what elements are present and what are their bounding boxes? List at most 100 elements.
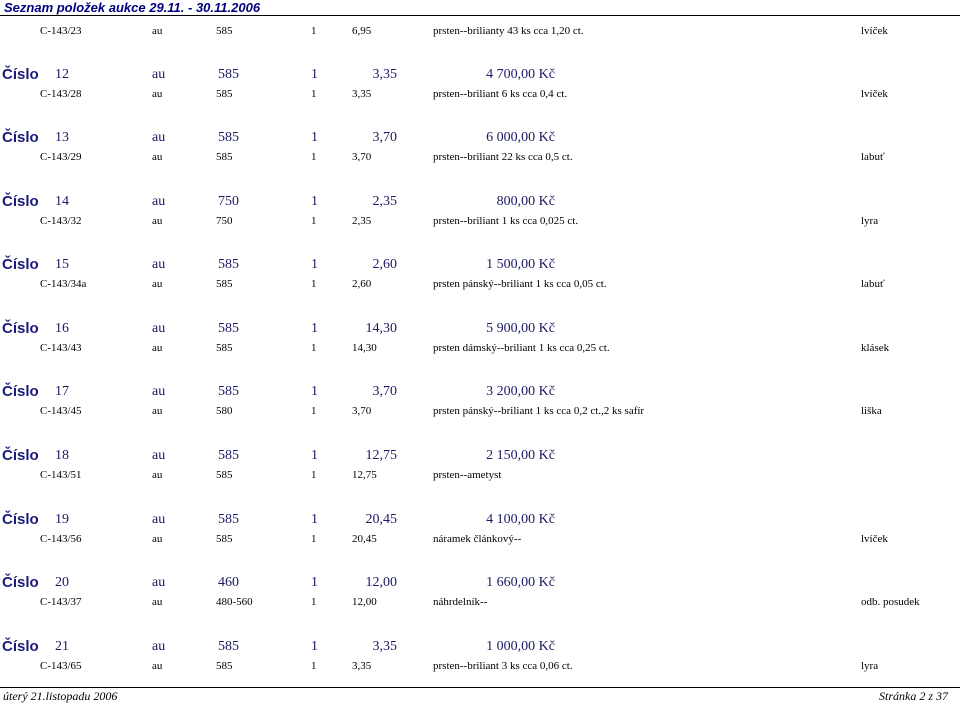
lot-price: 1 000,00 Kč [486,639,555,654]
lot-header-row: Číslo 19 au 585 1 20,45 4 100,00 Kč [0,509,960,533]
lot-quantity: 1 [311,194,318,209]
item-fineness: 585 [216,469,233,481]
item-fineness: 480-560 [216,596,253,608]
item-material: au [152,405,163,417]
item-fineness: 585 [216,533,233,545]
lot-fineness: 585 [218,639,239,654]
page-counter: Stránka 2 z 37 [879,689,948,703]
lot-quantity: 1 [311,639,318,654]
item-material: au [152,660,163,672]
lot-number: 21 [55,639,69,654]
lot-quantity: 1 [311,448,318,463]
lot-weight: 20,45 [365,512,398,527]
lot-number: 12 [55,67,69,82]
item-note: lvíček [861,25,888,37]
item-fineness: 585 [216,151,233,163]
lot-number: 16 [55,321,69,336]
item-detail-row: C-143/32 au 750 1 2,35 prsten--briliant … [0,213,960,231]
title-divider [0,15,960,16]
item-weight: 3,70 [352,405,372,417]
item-weight: 2,35 [352,215,372,227]
lot-header-row: Číslo 14 au 750 1 2,35 800,00 Kč [0,191,960,215]
item-code: C-143/29 [40,151,82,163]
lot-material: au [152,130,166,145]
item-description: náhrdelník-- [433,596,488,608]
item-code: C-143/45 [40,405,82,417]
lot-weight: 2,60 [372,257,398,272]
lot-number-label: Číslo [2,129,39,146]
item-note: lvíček [861,533,888,545]
lot-price: 4 700,00 Kč [486,67,555,82]
item-fineness: 585 [216,25,233,37]
lot-price: 1 500,00 Kč [486,257,555,272]
item-weight: 3,35 [352,88,372,100]
item-description: prsten pánský--briliant 1 ks cca 0,05 ct… [433,278,607,290]
lot-number-label: Číslo [2,447,39,464]
lot-quantity: 1 [311,130,318,145]
item-fineness: 750 [216,215,233,227]
lot-number-label: Číslo [2,320,39,337]
lot-number: 17 [55,384,69,399]
item-note: klásek [861,342,890,354]
item-code: C-143/32 [40,215,82,227]
item-description: prsten--brilianty 43 ks cca 1,20 ct. [433,25,584,37]
item-weight: 3,70 [352,151,372,163]
item-note: lyra [861,660,879,672]
lot-number: 19 [55,512,69,527]
lot-header-row: Číslo 21 au 585 1 3,35 1 000,00 Kč [0,636,960,660]
lot-price: 4 100,00 Kč [486,512,555,527]
lot-material: au [152,512,166,527]
item-quantity: 1 [311,278,317,290]
item-note: lyra [861,215,879,227]
lot-fineness: 585 [218,512,239,527]
item-detail-row: C-143/37 au 480-560 1 12,00 náhrdelník--… [0,594,960,612]
lot-number-label: Číslo [2,383,39,400]
item-weight: 2,60 [352,278,372,290]
lot-number-label: Číslo [2,256,39,273]
item-quantity: 1 [311,25,317,37]
item-note: lvíček [861,88,888,100]
lot-fineness: 585 [218,130,239,145]
lot-header-row: Číslo 16 au 585 1 14,30 5 900,00 Kč [0,318,960,342]
lot-weight: 12,75 [365,448,398,463]
lot-number-label: Číslo [2,511,39,528]
lot-number: 14 [55,194,69,209]
item-detail-row: C-143/23 au 585 1 6,95 prsten--brilianty… [0,23,960,41]
item-quantity: 1 [311,660,317,672]
lot-weight: 3,70 [372,130,398,145]
item-description: prsten--briliant 22 ks cca 0,5 ct. [433,151,573,163]
lot-fineness: 585 [218,321,239,336]
lot-header-row: Číslo 13 au 585 1 3,70 6 000,00 Kč [0,127,960,151]
item-detail-row: C-143/51 au 585 1 12,75 prsten--ametyst [0,467,960,485]
lot-fineness: 460 [218,575,239,590]
lot-price: 6 000,00 Kč [486,130,555,145]
item-material: au [152,215,163,227]
item-material: au [152,469,163,481]
lot-quantity: 1 [311,257,318,272]
lot-header-row: Číslo 20 au 460 1 12,00 1 660,00 Kč [0,572,960,596]
lot-material: au [152,575,166,590]
lot-weight: 3,35 [372,67,398,82]
item-detail-row: C-143/65 au 585 1 3,35 prsten--briliant … [0,658,960,676]
item-quantity: 1 [311,469,317,481]
lot-quantity: 1 [311,512,318,527]
lot-weight: 14,30 [365,321,398,336]
item-description: prsten--briliant 6 ks cca 0,4 ct. [433,88,568,100]
lot-price: 5 900,00 Kč [486,321,555,336]
lot-weight: 12,00 [365,575,398,590]
item-detail-row: C-143/45 au 580 1 3,70 prsten pánský--br… [0,403,960,421]
item-material: au [152,88,163,100]
lot-fineness: 585 [218,448,239,463]
item-description: prsten--briliant 1 ks cca 0,025 ct. [433,215,579,227]
item-note: odb. posudek [861,596,920,608]
lot-weight: 2,35 [372,194,398,209]
lot-price: 1 660,00 Kč [486,575,555,590]
lot-fineness: 750 [218,194,239,209]
lot-material: au [152,67,166,82]
item-detail-row: C-143/34a au 585 1 2,60 prsten pánský--b… [0,276,960,294]
item-note: labuť [861,278,885,290]
lot-material: au [152,384,166,399]
lot-material: au [152,448,166,463]
lot-quantity: 1 [311,575,318,590]
item-code: C-143/51 [40,469,82,481]
